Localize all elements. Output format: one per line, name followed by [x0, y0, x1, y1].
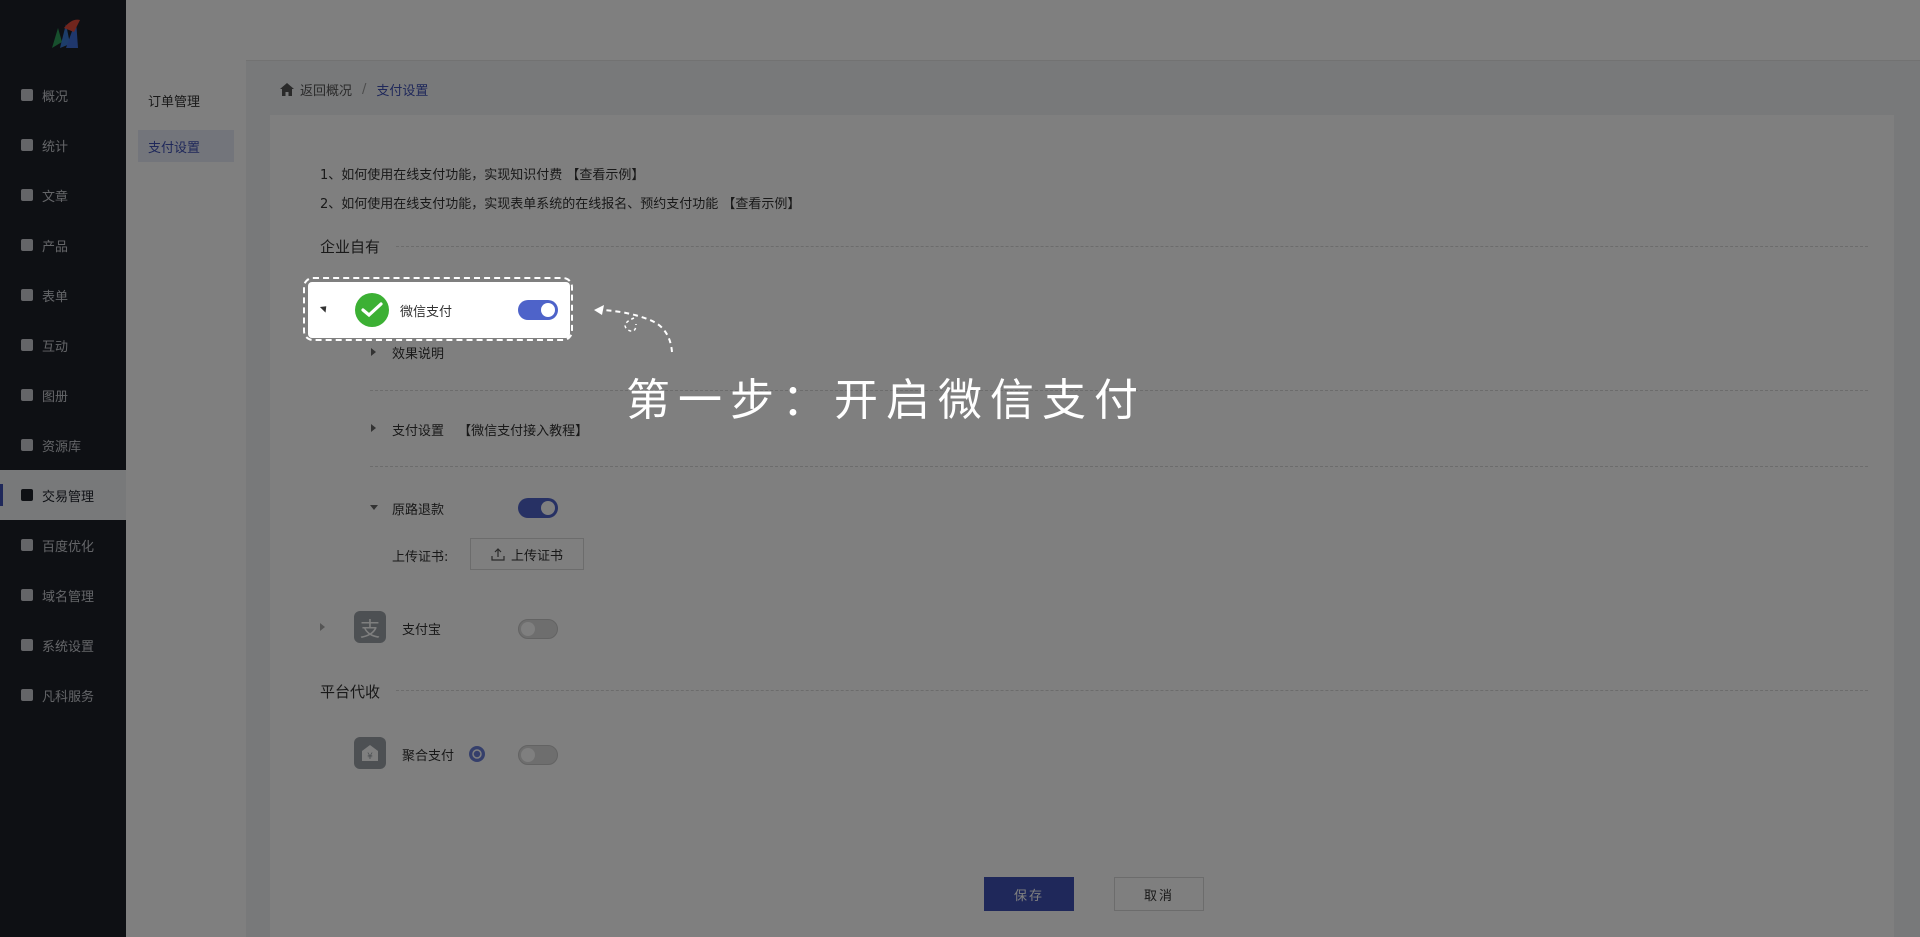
- sidebar-item-9[interactable]: 百度优化: [0, 520, 126, 570]
- divider: [396, 246, 1868, 247]
- sidebar-item-label: 互动: [42, 339, 69, 355]
- aggregate-pay-label: 聚合支付: [402, 749, 455, 764]
- caret-right-icon[interactable]: [371, 424, 376, 432]
- sidebar-item-10[interactable]: 域名管理: [0, 570, 126, 620]
- upload-icon: [491, 547, 505, 561]
- aggregate-pay-icon: ¥: [354, 737, 386, 769]
- alipay-toggle[interactable]: [518, 619, 558, 639]
- form-icon: [20, 288, 34, 302]
- sidebar-item-label: 统计: [42, 139, 69, 155]
- alipay-label: 支付宝: [402, 623, 442, 638]
- divider: [396, 690, 1868, 691]
- sidebar-item-2[interactable]: 文章: [0, 170, 126, 220]
- tip-line-2: 2、如何使用在线支付功能，实现表单系统的在线报名、预约支付功能 【查看示例】: [320, 193, 800, 212]
- sidebar-item-1[interactable]: 统计: [0, 120, 126, 170]
- sidebar-item-4[interactable]: 表单: [0, 270, 126, 320]
- sidebar-item-5[interactable]: 互动: [0, 320, 126, 370]
- svg-text:¥: ¥: [367, 752, 373, 762]
- upload-cert-button[interactable]: 上传证书: [470, 538, 584, 570]
- subnav-item-orders[interactable]: 订单管理: [138, 84, 234, 116]
- caret-right-icon[interactable]: [371, 348, 376, 356]
- tip-link-2[interactable]: 【查看示例】: [722, 197, 800, 212]
- breadcrumb-separator: /: [362, 82, 367, 97]
- gear-icon: [20, 638, 34, 652]
- sidebar-item-label: 概况: [42, 89, 69, 105]
- wechat-tutorial-link[interactable]: 【微信支付接入教程】: [458, 424, 588, 439]
- info-badge-icon[interactable]: [468, 745, 486, 763]
- cancel-button[interactable]: 取消: [1114, 877, 1204, 911]
- database-icon: [20, 438, 34, 452]
- tip-text-2: 2、如何使用在线支付功能，实现表单系统的在线报名、预约支付功能: [320, 197, 719, 212]
- sidebar-item-label: 域名管理: [42, 589, 95, 605]
- chart-icon: [20, 138, 34, 152]
- refund-toggle[interactable]: [518, 498, 558, 518]
- sidebar-item-label: 图册: [42, 389, 69, 405]
- sidebar-item-12[interactable]: 凡科服务: [0, 670, 126, 720]
- home-icon: [20, 88, 34, 102]
- save-button[interactable]: 保存: [984, 877, 1074, 911]
- article-icon: [20, 188, 34, 202]
- sidebar: 概况统计文章产品表单互动图册资源库交易管理百度优化域名管理系统设置凡科服务: [0, 0, 126, 937]
- clipboard-icon: [20, 488, 34, 502]
- sidebar-item-7[interactable]: 资源库: [0, 420, 126, 470]
- sidebar-item-label: 系统设置: [42, 639, 95, 655]
- sidebar-item-11[interactable]: 系统设置: [0, 620, 126, 670]
- guide-arrow-icon: [594, 305, 673, 353]
- top-bar: [126, 0, 1920, 61]
- album-icon: [20, 388, 34, 402]
- sidebar-item-label: 百度优化: [42, 539, 95, 555]
- seo-icon: [20, 538, 34, 552]
- sidebar-item-label: 产品: [42, 239, 69, 255]
- logo-icon[interactable]: [44, 14, 84, 54]
- sidebar-item-8[interactable]: 交易管理: [0, 470, 126, 520]
- tip-text-1: 1、如何使用在线支付功能，实现知识付费: [320, 168, 563, 183]
- sidebar-item-label: 文章: [42, 189, 69, 205]
- refund-label: 原路退款: [392, 503, 445, 518]
- section-title-platform: 平台代收: [320, 683, 381, 701]
- breadcrumb-current: 支付设置: [376, 84, 429, 99]
- sidebar-item-0[interactable]: 概况: [0, 70, 126, 120]
- breadcrumb: 返回概况 / 支付设置: [280, 80, 428, 99]
- sidebar-item-3[interactable]: 产品: [0, 220, 126, 270]
- guide-step-text: 第一步：开启微信支付: [626, 375, 1146, 426]
- sidebar-item-label: 资源库: [42, 439, 82, 455]
- product-grid-icon: [20, 238, 34, 252]
- wechat-settings-label[interactable]: 支付设置 【微信支付接入教程】: [392, 420, 588, 439]
- domain-icon: [20, 588, 34, 602]
- upload-cert-label: 上传证书: [510, 548, 563, 564]
- aggregate-pay-toggle[interactable]: [518, 745, 558, 765]
- effect-description-label[interactable]: 效果说明: [392, 343, 444, 362]
- highlight-dashed-border: [303, 277, 573, 341]
- alipay-icon: 支: [354, 611, 386, 643]
- sub-nav: 订单管理 支付设置: [126, 60, 246, 937]
- sidebar-item-label: 凡科服务: [42, 689, 95, 705]
- caret-right-icon[interactable]: [320, 623, 325, 631]
- comment-icon: [20, 338, 34, 352]
- home-icon: [280, 83, 294, 96]
- cert-label: 上传证书:: [392, 550, 449, 565]
- heart-icon: [20, 688, 34, 702]
- sidebar-item-label: 交易管理: [42, 489, 95, 505]
- wechat-settings-text: 支付设置: [392, 424, 445, 439]
- section-title-enterprise: 企业自有: [320, 238, 381, 256]
- sidebar-item-6[interactable]: 图册: [0, 370, 126, 420]
- subnav-item-payment-settings[interactable]: 支付设置: [138, 130, 234, 162]
- sidebar-item-label: 表单: [42, 289, 69, 305]
- payment-settings-card: [270, 115, 1894, 937]
- breadcrumb-back-link[interactable]: 返回概况: [300, 80, 352, 99]
- tip-link-1[interactable]: 【查看示例】: [566, 168, 644, 183]
- tip-line-1: 1、如何使用在线支付功能，实现知识付费 【查看示例】: [320, 164, 644, 183]
- caret-down-icon[interactable]: [370, 505, 378, 510]
- divider: [370, 466, 1868, 467]
